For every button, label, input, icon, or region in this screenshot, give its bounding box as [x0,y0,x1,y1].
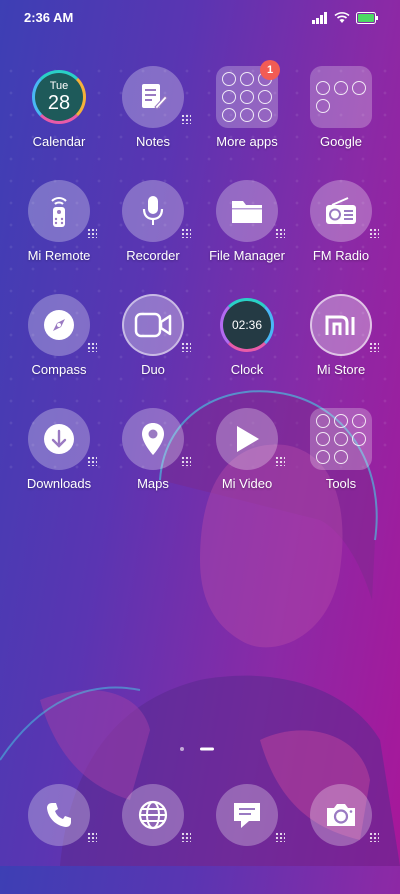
app-label: FM Radio [312,248,370,263]
compass-icon [44,310,74,340]
phone-icon [47,803,71,827]
download-icon [44,424,74,454]
camera-icon [327,804,355,826]
status-time: 2:36 AM [24,10,74,25]
app-tools[interactable]: Tools [291,408,391,518]
clock-icon: 02:36 [220,298,274,352]
signal-icon [312,12,327,24]
app-notes[interactable]: Notes [103,66,203,176]
app-fm-radio[interactable]: FM Radio [291,180,391,290]
folder-icon [310,408,372,470]
app-downloads[interactable]: Downloads [9,408,109,518]
mi-store-icon [325,315,355,335]
radio-icon [326,197,356,224]
map-pin-icon [142,423,164,455]
notes-icon [142,84,168,110]
calendar-day: Tue [49,79,69,92]
video-camera-icon [134,312,172,338]
app-calendar[interactable]: Tue 28 Calendar [9,66,109,176]
app-compass[interactable]: Compass [9,294,109,404]
app-mi-video[interactable]: Mi Video [197,408,297,518]
status-bar: 2:36 AM [0,0,400,36]
dock [0,784,400,854]
app-clock[interactable]: 02:36 Clock [197,294,297,404]
app-file-manager[interactable]: File Manager [197,180,297,290]
calendar-icon: Tue 28 [32,70,86,124]
app-maps[interactable]: Maps [103,408,203,518]
notification-badge: 1 [260,60,280,80]
app-mi-remote[interactable]: Mi Remote [9,180,109,290]
dock-messages[interactable] [197,784,297,894]
clock-time: 02:36 [231,318,263,332]
globe-icon [138,800,168,830]
play-icon [237,426,259,452]
app-recorder[interactable]: Recorder [103,180,203,290]
dock-phone[interactable] [9,784,109,894]
app-label: Google [320,134,362,149]
messages-icon [234,803,260,828]
app-duo[interactable]: Duo [103,294,203,404]
wifi-icon [334,12,350,23]
page-indicator [180,747,214,751]
app-more-apps[interactable]: 1 More apps [197,60,297,176]
folder-file-icon [232,201,262,223]
app-label: Tools [325,476,357,491]
app-mi-store[interactable]: Mi Store [291,294,391,404]
microphone-icon [142,196,164,225]
dock-camera[interactable] [291,784,391,894]
calendar-date: 28 [47,91,71,114]
remote-icon [51,197,67,227]
dock-browser[interactable] [103,784,203,894]
app-google[interactable]: Google [291,66,391,176]
folder-icon [310,66,372,128]
app-label: Mi Store [316,362,366,377]
battery-icon [356,12,378,24]
